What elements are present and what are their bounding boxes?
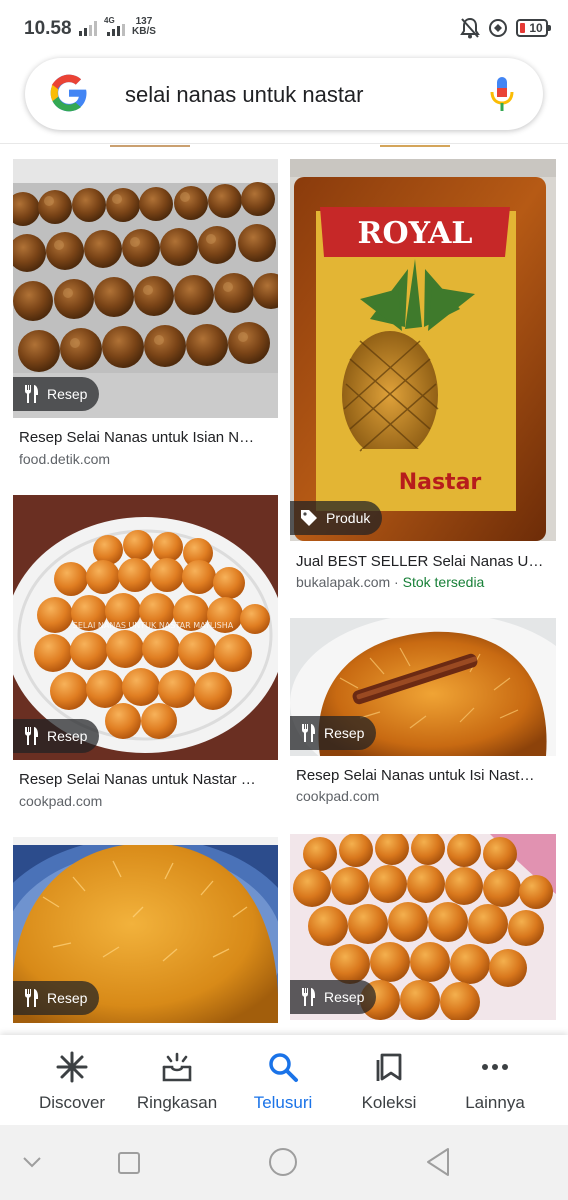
royal-pineapple-jam-package-image: ROYAL Nastar [290, 159, 556, 541]
search-icon [269, 1053, 298, 1082]
watermark-text: SELAI NANAS UNTUK NASTAR MAYLISHA [73, 621, 234, 630]
nav-ringkasan[interactable]: Ringkasan [122, 1035, 232, 1125]
signal-icon [79, 21, 97, 36]
fork-knife-icon [302, 724, 315, 742]
result-source: cookpad.com [19, 793, 103, 809]
result-source: cookpad.com [296, 788, 380, 804]
fork-knife-icon [25, 385, 38, 403]
recipe-badge: Resep [13, 719, 100, 753]
image-result[interactable]: Resep [7, 837, 278, 1035]
nav-lainnya[interactable]: Lainnya [440, 1035, 550, 1125]
result-source: bukalapak.com · Stok tersedia [296, 574, 485, 590]
bottom-navigation: Discover Ringkasan Telusuri Koleksi Lain… [0, 1035, 568, 1125]
battery-level: 10 [529, 21, 543, 35]
image-result[interactable]: ROYAL Nastar Produk Jual BEST SELLER Sel… [284, 159, 559, 599]
image-result[interactable]: Resep [284, 834, 559, 1035]
result-title[interactable]: Resep Selai Nanas untuk Isi Nast… [296, 767, 554, 784]
battery-icon: 10 [516, 19, 551, 37]
fork-knife-icon [25, 727, 38, 745]
result-title[interactable]: Resep Selai Nanas untuk Nastar … [19, 771, 277, 788]
tag-icon [301, 510, 317, 526]
recipe-badge: Resep [290, 980, 377, 1014]
google-logo-icon[interactable] [49, 73, 89, 113]
collections-icon [376, 1053, 402, 1081]
package-product-text: Nastar [399, 470, 482, 495]
stock-status: Stok tersedia [402, 574, 485, 590]
home-circle-icon[interactable] [268, 1147, 298, 1177]
recipe-badge: Resep [13, 981, 100, 1015]
mute-icon [460, 17, 480, 39]
result-source: food.detik.com [19, 451, 111, 467]
result-title[interactable]: Jual BEST SELLER Selai Nanas U… [296, 553, 554, 570]
signal-4g-icon [107, 24, 125, 36]
mic-icon[interactable] [489, 76, 515, 112]
nav-koleksi[interactable]: Koleksi [334, 1035, 444, 1125]
search-bar[interactable]: selai nanas untuk nastar [25, 58, 543, 130]
system-navigation-bar [0, 1125, 568, 1200]
recipe-badge: Resep [290, 716, 377, 750]
search-query[interactable]: selai nanas untuk nastar [125, 82, 364, 108]
fork-knife-icon [302, 988, 315, 1006]
nav-telusuri[interactable]: Telusuri [228, 1035, 338, 1125]
search-header: selai nanas untuk nastar [0, 58, 568, 144]
image-result[interactable]: SELAI NANAS UNTUK NASTAR MAYLISHA Resep … [7, 495, 278, 825]
image-result[interactable]: Resep Resep Selai Nanas untuk Isi Nast… … [284, 618, 559, 818]
recipe-badge: Resep [13, 377, 100, 411]
more-icon [482, 1064, 508, 1070]
package-brand-text: ROYAL [358, 216, 473, 251]
status-bar: 10.58 4G 137 KB/S 10 [0, 0, 568, 58]
image-results-grid: Resep Resep Selai Nanas untuk Isian N… f… [0, 145, 568, 1035]
previous-result-strip [380, 145, 450, 147]
status-time: 10.58 [24, 18, 72, 39]
asterisk-icon [56, 1051, 88, 1083]
fork-knife-icon [25, 989, 38, 1007]
recents-square-icon[interactable] [118, 1152, 140, 1174]
product-badge: Produk [290, 501, 383, 535]
result-thumbnail[interactable]: ROYAL Nastar [290, 159, 556, 541]
image-result[interactable]: Resep Resep Selai Nanas untuk Isian N… f… [7, 159, 278, 489]
result-title[interactable]: Resep Selai Nanas untuk Isian N… [19, 429, 277, 446]
network-speed: 137 KB/S [132, 16, 156, 37]
nav-discover[interactable]: Discover [17, 1035, 127, 1125]
chevron-down-icon[interactable] [22, 1155, 42, 1169]
data-saver-icon [489, 19, 507, 37]
previous-result-strip [110, 145, 190, 147]
back-triangle-icon[interactable] [424, 1147, 452, 1177]
updates-icon [162, 1052, 192, 1082]
